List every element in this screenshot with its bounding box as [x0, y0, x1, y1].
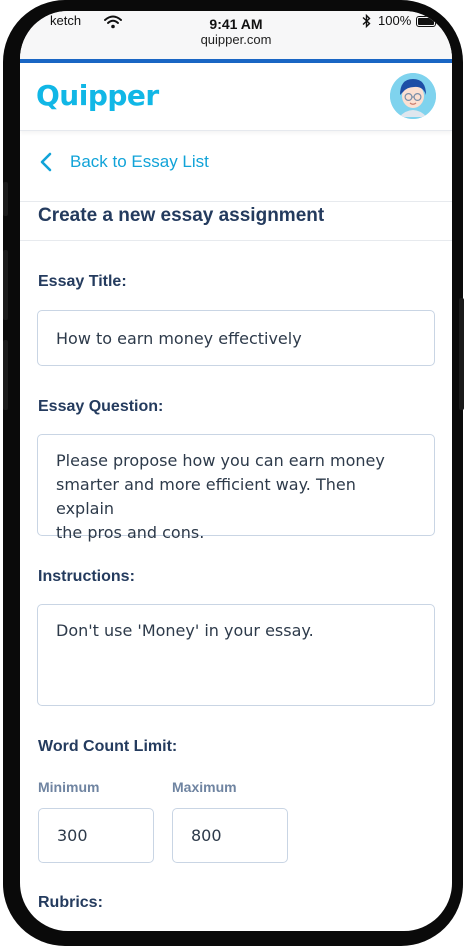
battery-percent: 100%	[378, 13, 412, 28]
quipper-logo[interactable]: Quipper	[36, 79, 159, 112]
word-count-limit-label: Word Count Limit:	[38, 738, 178, 755]
screen: ketch 9:41 AM quipper.com 100% Quipper B…	[20, 11, 452, 931]
essay-title-label: Essay Title:	[38, 273, 127, 290]
volume-up-button	[3, 250, 8, 320]
essay-question-textarea[interactable]: Please propose how you can earn money sm…	[37, 434, 435, 542]
essay-title-input[interactable]: How to earn money effectively	[37, 310, 435, 366]
battery-icon	[416, 16, 436, 27]
minimum-word-count-input[interactable]: 300	[38, 808, 154, 863]
avatar[interactable]	[390, 73, 436, 119]
maximum-label: Maximum	[172, 779, 237, 795]
chevron-left-icon	[40, 152, 52, 172]
rubrics-label: Rubrics:	[38, 894, 103, 911]
bluetooth-icon	[362, 13, 371, 31]
essay-question-label: Essay Question:	[38, 398, 164, 415]
page-title: Create a new essay assignment	[38, 205, 325, 226]
instructions-textarea[interactable]: Don't use 'Money' in your essay.	[37, 604, 435, 706]
power-button	[459, 298, 464, 410]
maximum-word-count-input[interactable]: 800	[172, 808, 288, 863]
divider	[20, 201, 452, 202]
back-link-label: Back to Essay List	[70, 152, 209, 171]
instructions-label: Instructions:	[38, 568, 135, 585]
divider	[20, 240, 452, 241]
app-header: Quipper	[20, 63, 452, 131]
minimum-label: Minimum	[38, 779, 100, 795]
back-to-essay-list-link[interactable]: Back to Essay List	[40, 150, 209, 174]
status-bar: ketch 9:41 AM quipper.com 100%	[20, 11, 452, 59]
volume-down-button	[3, 340, 8, 410]
browser-url[interactable]: quipper.com	[20, 32, 452, 47]
phone-frame: ketch 9:41 AM quipper.com 100% Quipper B…	[3, 0, 464, 946]
silent-switch	[3, 182, 8, 216]
